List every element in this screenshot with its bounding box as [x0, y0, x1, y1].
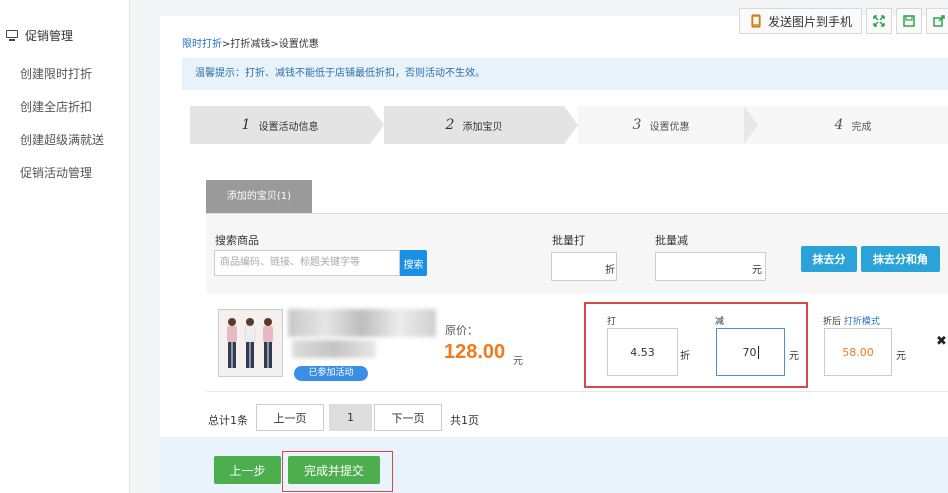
save-icon: [903, 15, 915, 27]
phone-icon: [751, 14, 761, 28]
sidebar-section-title[interactable]: 促销管理: [6, 27, 73, 44]
next-page-button[interactable]: 下一页: [374, 404, 442, 431]
product-title-blurred: [288, 309, 436, 337]
step-3-number: 3: [632, 117, 642, 133]
batch-reduce-input[interactable]: [655, 252, 766, 281]
step-2: 2 添加宝贝: [384, 106, 564, 144]
expand-icon: [873, 15, 885, 27]
text-cursor: [757, 345, 759, 359]
step-arrow-3: [744, 106, 758, 144]
top-toolbar: 发送图片到手机: [739, 8, 948, 34]
original-price-unit: 元: [513, 356, 523, 367]
pager-pages: 共1页: [450, 414, 479, 427]
current-page[interactable]: 1: [329, 404, 372, 431]
step-1-label: 设置活动信息: [258, 121, 319, 133]
step-2-label: 添加宝贝: [462, 121, 503, 133]
step-arrow-2: [564, 106, 578, 144]
breadcrumb-rest: >打折减钱>设置优惠: [222, 39, 319, 50]
reduce-input[interactable]: 70: [716, 328, 785, 376]
batch-discount-label: 批量打: [552, 234, 585, 247]
sidebar-item-create-super-gift[interactable]: 创建超级满就送: [20, 131, 104, 148]
sidebar-item-create-store-discount[interactable]: 创建全店折扣: [20, 98, 92, 115]
reduce-unit: 元: [789, 351, 799, 362]
sidebar-item-promotion-manage[interactable]: 促销活动管理: [20, 164, 92, 181]
step-3: 3 设置优惠: [578, 106, 744, 144]
round-fen-jiao-button[interactable]: 抹去分和角: [861, 246, 940, 272]
original-price-label: 原价：: [445, 324, 478, 337]
save-button[interactable]: [896, 8, 922, 34]
reduce-value: 70: [742, 345, 757, 359]
after-discount-label: 折后 打折模式: [823, 314, 880, 327]
step-4: 4 完成: [758, 106, 948, 144]
breadcrumb: 限时打折>打折减钱>设置优惠: [182, 35, 319, 50]
discount-unit: 折: [680, 351, 690, 362]
after-discount-unit: 元: [896, 351, 906, 362]
pager-total: 总计1条: [208, 414, 248, 427]
remove-item-icon[interactable]: ✖: [936, 334, 947, 349]
search-label: 搜索商品: [215, 234, 259, 247]
original-price: 128.00: [444, 341, 506, 363]
discount-mode-link[interactable]: 打折模式: [844, 317, 880, 327]
send-to-phone-label: 发送图片到手机: [767, 14, 852, 29]
step-3-label: 设置优惠: [649, 121, 690, 133]
joined-activity-badge: 已参加活动: [294, 366, 368, 381]
product-thumbnail[interactable]: [218, 309, 283, 377]
step-4-number: 4: [834, 117, 844, 133]
search-button[interactable]: 搜索: [400, 250, 427, 276]
submit-button[interactable]: 完成并提交: [288, 456, 380, 484]
batch-reduce-label: 批量减: [655, 234, 688, 247]
sidebar: 促销管理 创建限时打折 创建全店折扣 创建超级满就送 促销活动管理: [0, 0, 130, 493]
step-4-label: 完成: [851, 121, 872, 133]
batch-reduce-unit: 元: [752, 265, 762, 276]
product-subtitle-blurred: [292, 340, 376, 358]
expand-button[interactable]: [866, 8, 892, 34]
share-icon: [933, 15, 945, 27]
step-arrow-1: [370, 106, 384, 144]
round-fen-button[interactable]: 抹去分: [801, 246, 857, 272]
reduce-label: 减: [715, 317, 725, 327]
after-label-text: 折后: [823, 317, 842, 327]
step-indicator: 1 设置活动信息 2 添加宝贝 3 设置优惠 4 完成: [190, 106, 948, 144]
tip-banner: 温馨提示：打折、减钱不能低于店铺最低折扣，否则活动不生效。: [182, 58, 948, 90]
product-image-icon: [219, 310, 282, 376]
sidebar-item-create-limited-discount[interactable]: 创建限时打折: [20, 65, 92, 82]
share-button[interactable]: [926, 8, 948, 34]
back-button[interactable]: 上一步: [214, 456, 281, 484]
step-1: 1 设置活动信息: [190, 106, 370, 144]
step-2-number: 2: [445, 117, 455, 133]
discount-label: 打: [607, 317, 617, 327]
send-to-phone-button[interactable]: 发送图片到手机: [739, 8, 862, 34]
sidebar-section-label: 促销管理: [25, 29, 74, 43]
step-1-number: 1: [241, 117, 251, 133]
discount-input[interactable]: 4.53: [607, 328, 678, 376]
monitor-icon: [6, 29, 18, 42]
search-input[interactable]: 商品编码、链接、标题关键字等: [214, 250, 400, 276]
after-discount-price[interactable]: 58.00: [824, 328, 892, 376]
tab-added-items[interactable]: 添加的宝贝(1): [206, 180, 312, 214]
batch-discount-unit: 折: [605, 265, 615, 276]
breadcrumb-link[interactable]: 限时打折: [182, 39, 222, 50]
prev-page-button[interactable]: 上一页: [256, 404, 324, 431]
